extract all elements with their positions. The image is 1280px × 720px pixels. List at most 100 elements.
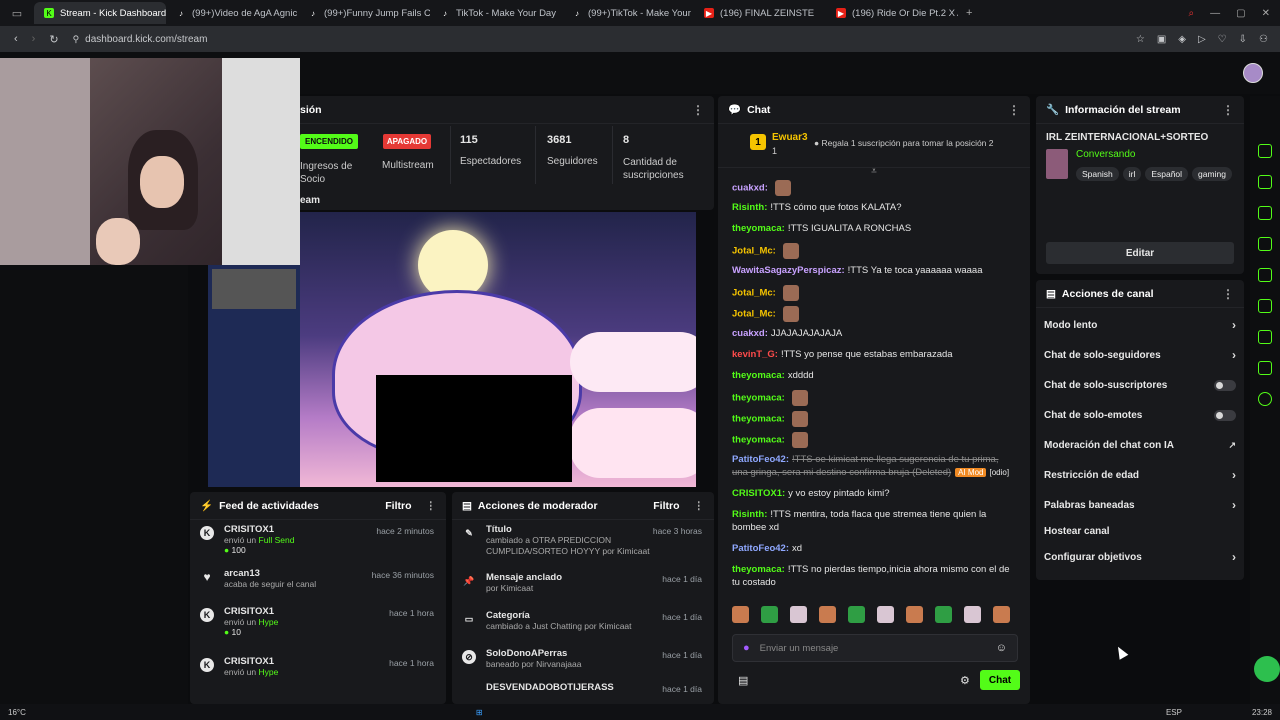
tag[interactable]: Spanish	[1076, 167, 1119, 181]
partner-status-on[interactable]: ENCENDIDO	[300, 134, 358, 149]
channel-action-item[interactable]: Moderación del chat con IA ↗	[1036, 430, 1244, 460]
chat-username[interactable]: Jotal_Mc:	[732, 309, 776, 320]
collapse-icon[interactable]: ⩡	[718, 166, 1030, 180]
edit-button[interactable]: Editar	[1046, 242, 1234, 264]
chat-username[interactable]: PatitoFeo42:	[732, 543, 789, 554]
tag[interactable]: Español	[1145, 167, 1189, 181]
gift-cta[interactable]: Regala 1 suscripción para tomar la posic…	[822, 138, 994, 148]
settings-icon[interactable]: ⚙	[960, 674, 970, 687]
tab-3[interactable]: ♪ (99+)Funny Jump Fails C	[298, 2, 430, 24]
mod-filter-button[interactable]: Filtro	[653, 500, 679, 512]
stream-category[interactable]: Conversando	[1076, 149, 1135, 160]
stream-preview[interactable]	[300, 212, 696, 487]
tab-2[interactable]: ♪ (99+)Video de AgA Agnic	[166, 2, 298, 24]
more-options-icon[interactable]: ⋮	[1222, 287, 1234, 301]
emote-icon[interactable]	[761, 605, 778, 623]
chat-username[interactable]: cuakxd:	[732, 328, 768, 339]
chat-username[interactable]: Risinth:	[732, 509, 767, 520]
reload-icon[interactable]: ↻	[49, 33, 58, 46]
language-indicator[interactable]: ESP	[1166, 708, 1182, 717]
close-icon[interactable]: ✕	[1262, 8, 1270, 19]
people-icon[interactable]	[1258, 392, 1272, 406]
emote-icon[interactable]	[935, 605, 952, 623]
tab-menu-icon[interactable]: ▭	[0, 7, 34, 20]
account-icon[interactable]: ⚇	[1259, 34, 1268, 45]
more-options-icon[interactable]: ⋮	[1008, 103, 1020, 117]
emote-icon[interactable]	[906, 605, 923, 623]
edit-icon[interactable]	[1258, 144, 1272, 158]
chat-username[interactable]: kevinT_G:	[732, 349, 778, 360]
chat-username[interactable]: WawitaSagazyPerspicaz:	[732, 265, 845, 276]
chat-input[interactable]: ● Enviar un mensaje ☺	[732, 634, 1018, 662]
chat-username[interactable]: CRISITOX1:	[732, 488, 785, 499]
channel-action-item[interactable]: Configurar objetivos ›	[1036, 542, 1244, 572]
multistream-status-off[interactable]: APAGADO	[383, 134, 431, 149]
gift-box-icon[interactable]: ▤	[738, 674, 748, 687]
more-options-icon[interactable]: ⋮	[694, 500, 705, 512]
mic-icon[interactable]: ●	[743, 642, 750, 654]
tab-4[interactable]: ♪ TikTok - Make Your Day	[430, 2, 562, 24]
expand-icon[interactable]	[1258, 175, 1272, 189]
emote-icon[interactable]	[877, 605, 894, 623]
bookmark-icon[interactable]: ☆	[1136, 34, 1145, 45]
tab-6[interactable]: ▶ (196) FINAL ZEINSTE	[694, 2, 826, 24]
chat-username[interactable]: Jotal_Mc:	[732, 246, 776, 257]
shield-icon[interactable]: ◈	[1178, 34, 1186, 45]
search-icon[interactable]: ⌕	[1189, 8, 1195, 19]
heart-icon[interactable]: ♡	[1218, 34, 1227, 45]
emote-icon[interactable]	[819, 605, 836, 623]
chat-username[interactable]: PatitoFeo42:	[732, 454, 789, 465]
chat-username[interactable]: theyomaca:	[732, 564, 785, 575]
channel-action-item[interactable]: Chat de solo-emotes	[1036, 400, 1244, 430]
forward-icon[interactable]: ›	[32, 33, 36, 45]
tag[interactable]: gaming	[1192, 167, 1232, 181]
tab-7[interactable]: ▶ (196) Ride Or Die Pt.2 X A	[826, 2, 958, 24]
emote-icon[interactable]	[993, 605, 1010, 623]
toggle-switch[interactable]	[1214, 379, 1236, 391]
emote-icon[interactable]	[732, 605, 749, 623]
top-gifter-name[interactable]: Ewuar3	[772, 132, 808, 143]
channel-action-item[interactable]: Chat de solo-suscriptores	[1036, 370, 1244, 400]
chat-username[interactable]: theyomaca:	[732, 223, 785, 234]
play-icon[interactable]: ▷	[1198, 34, 1206, 45]
chat-username[interactable]: theyomaca:	[732, 393, 785, 404]
chat-username[interactable]: theyomaca:	[732, 370, 785, 381]
device-icon[interactable]	[1258, 330, 1272, 344]
more-options-icon[interactable]: ⋮	[426, 500, 437, 512]
chat-username[interactable]: theyomaca:	[732, 414, 785, 425]
chat-username[interactable]: cuakxd:	[732, 183, 768, 194]
more-options-icon[interactable]: ⋮	[1222, 103, 1234, 117]
feed-filter-button[interactable]: Filtro	[385, 500, 411, 512]
emote-icon[interactable]	[848, 605, 865, 623]
emote-icon[interactable]	[964, 605, 981, 623]
maximize-icon[interactable]: ▢	[1236, 8, 1245, 19]
channel-action-item[interactable]: Hostear canal	[1036, 520, 1244, 542]
more-options-icon[interactable]: ⋮	[692, 103, 704, 117]
avatar[interactable]	[1243, 63, 1263, 83]
channel-action-item[interactable]: Modo lento ›	[1036, 310, 1244, 340]
site-info-icon[interactable]: ⚲	[73, 34, 80, 45]
channel-action-item[interactable]: Chat de solo-seguidores ›	[1036, 340, 1244, 370]
toggle-switch[interactable]	[1214, 409, 1236, 421]
channel-action-item[interactable]: Palabras baneadas ›	[1036, 490, 1244, 520]
download-icon[interactable]: ⇩	[1239, 34, 1247, 45]
chat-icon[interactable]	[1258, 268, 1272, 282]
tab-5[interactable]: ♪ (99+)TikTok - Make Your	[562, 2, 694, 24]
tab-kick-dashboard[interactable]: K Stream - Kick Dashboard	[34, 2, 166, 24]
chat-username[interactable]: theyomaca:	[732, 435, 785, 446]
minimize-icon[interactable]: —	[1210, 8, 1220, 19]
chat-username[interactable]: Jotal_Mc:	[732, 288, 776, 299]
wrench-icon[interactable]	[1258, 361, 1272, 375]
chat-send-button[interactable]: Chat	[980, 670, 1020, 690]
new-tab-icon[interactable]: +	[958, 7, 980, 19]
list-icon[interactable]	[1258, 237, 1272, 251]
tag[interactable]: irl	[1122, 167, 1142, 181]
support-button[interactable]	[1254, 656, 1280, 682]
emote-icon[interactable]	[790, 605, 807, 623]
url-field[interactable]: dashboard.kick.com/stream	[85, 34, 207, 45]
channel-action-item[interactable]: Restricción de edad ›	[1036, 460, 1244, 490]
windows-start-icon[interactable]: ⊞	[476, 708, 483, 717]
bolt-icon[interactable]	[1258, 206, 1272, 220]
emoji-icon[interactable]: ☺	[996, 642, 1007, 654]
chat-username[interactable]: Risinth:	[732, 202, 767, 213]
